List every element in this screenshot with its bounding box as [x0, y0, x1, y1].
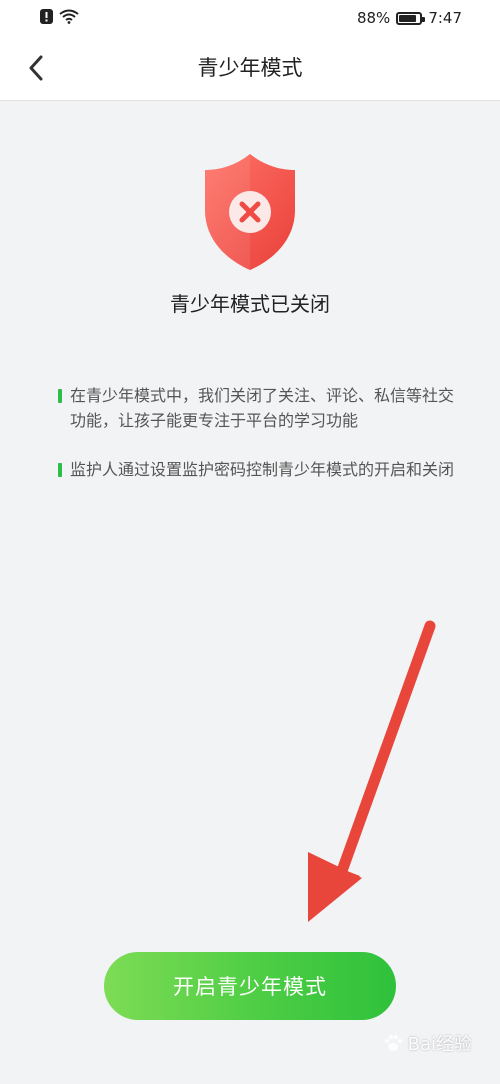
shield-closed-icon [205, 154, 295, 270]
enable-youth-mode-button[interactable]: 开启青少年模式 [104, 952, 396, 1020]
status-title: 青少年模式已关闭 [170, 292, 330, 316]
info-text: 在青少年模式中，我们关闭了关注、评论、私信等社交功能，让孩子能更专注于平台的学习… [70, 386, 455, 430]
info-item: 在青少年模式中，我们关闭了关注、评论、私信等社交功能，让孩子能更专注于平台的学习… [58, 383, 468, 433]
notification-alert-icon [40, 9, 53, 24]
page-title: 青少年模式 [197, 56, 303, 80]
annotation-arrow-icon [308, 620, 436, 922]
battery-percent: 88% [356, 9, 391, 27]
status-bar: 88% 7:47 [0, 0, 500, 36]
paw-logo-icon [384, 1034, 402, 1051]
nav-bar: 青少年模式 [0, 36, 500, 101]
watermark: Bai经验 [382, 1030, 472, 1056]
clock: 7:47 [428, 9, 462, 27]
wifi-icon [59, 9, 79, 24]
watermark-text: Bai经验 [407, 1034, 472, 1055]
green-bullet-bar [58, 463, 62, 477]
info-list: 在青少年模式中，我们关闭了关注、评论、私信等社交功能，让孩子能更专注于平台的学习… [58, 383, 468, 506]
info-item: 监护人通过设置监护密码控制青少年模式的开启和关闭 [58, 457, 468, 482]
info-text: 监护人通过设置监护密码控制青少年模式的开启和关闭 [70, 460, 455, 479]
green-bullet-bar [58, 389, 62, 403]
battery-icon [396, 11, 426, 25]
